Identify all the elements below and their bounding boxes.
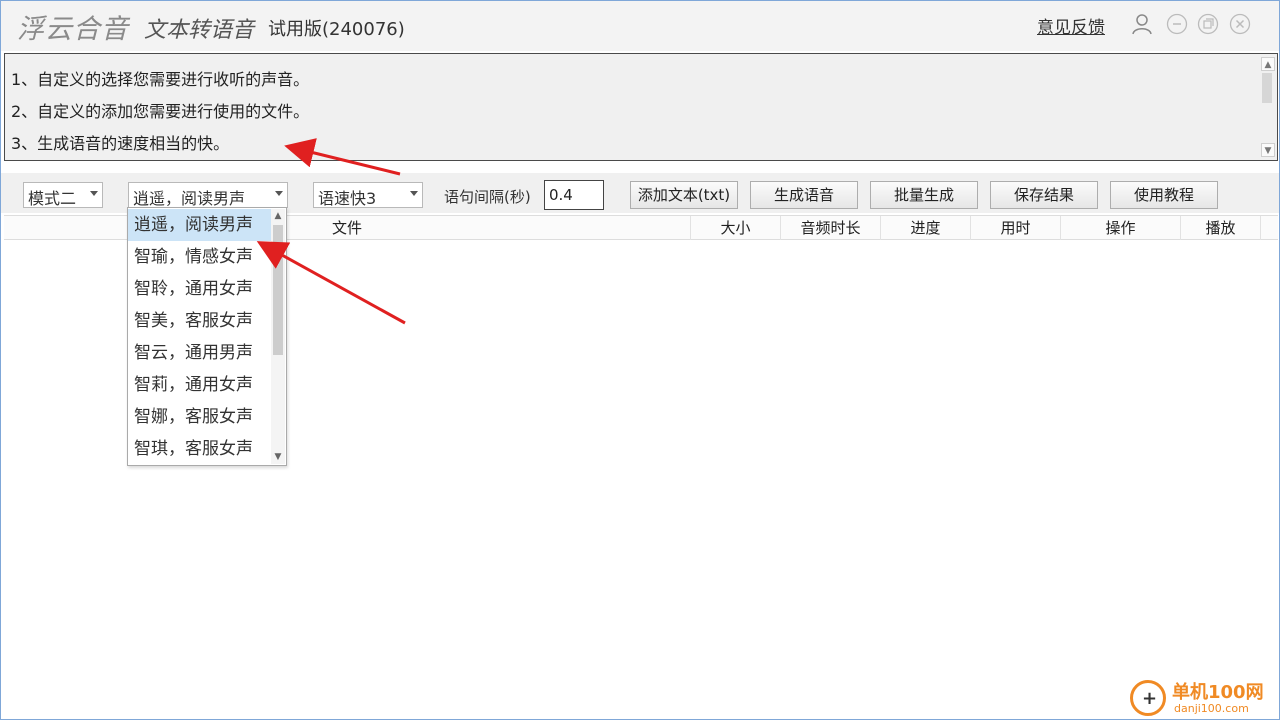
watermark-url: danji100.com (1174, 702, 1249, 715)
scroll-down-icon[interactable]: ▼ (1261, 143, 1275, 157)
user-icon[interactable] (1131, 13, 1153, 35)
info-line: 3、生成语音的速度相当的快。 (11, 134, 230, 153)
info-textarea[interactable]: 1、自定义的选择您需要进行收听的声音。 2、自定义的添加您需要进行使用的文件。 … (4, 53, 1278, 161)
save-result-button[interactable]: 保存结果 (990, 181, 1098, 209)
info-scrollbar[interactable]: ▲ ▼ (1261, 57, 1275, 157)
speed-select[interactable]: 语速快3 (313, 182, 423, 208)
mode-select-value: 模式二 (28, 189, 77, 208)
column-header-size[interactable]: 大小 (691, 216, 781, 240)
column-header-action[interactable]: 操作 (1061, 216, 1181, 240)
add-text-button[interactable]: 添加文本(txt) (630, 181, 738, 209)
chevron-down-icon (410, 191, 418, 196)
feedback-link[interactable]: 意见反馈 (1037, 13, 1105, 38)
chevron-down-icon (275, 191, 283, 196)
dropdown-item[interactable]: 智莉，通用女声 (128, 369, 272, 401)
voice-select-value: 逍遥，阅读男声 (133, 189, 246, 208)
restore-icon[interactable] (1197, 13, 1219, 35)
app-version: 试用版(240076) (268, 19, 405, 40)
scroll-up-icon[interactable]: ▲ (271, 209, 285, 223)
dropdown-item[interactable]: 智聆，通用女声 (128, 273, 272, 305)
column-header-play[interactable]: 播放 (1181, 216, 1261, 240)
title-bar: 浮云合音 文本转语音 试用版(240076) 意见反馈 (1, 1, 1279, 51)
chevron-down-icon (90, 191, 98, 196)
mode-select[interactable]: 模式二 (23, 182, 103, 208)
app-logo: 浮云合音 (17, 14, 129, 45)
minimize-icon[interactable] (1166, 13, 1188, 35)
scroll-thumb[interactable] (1262, 73, 1272, 103)
column-header-duration[interactable]: 音频时长 (781, 216, 881, 240)
interval-label: 语句间隔(秒) (444, 188, 531, 206)
watermark-title: 单机100网 (1172, 682, 1264, 703)
dropdown-item[interactable]: 智娜，客服女声 (128, 401, 272, 433)
dropdown-item[interactable]: 智美，客服女声 (128, 305, 272, 337)
info-line: 2、自定义的添加您需要进行使用的文件。 (11, 102, 310, 121)
batch-generate-button[interactable]: 批量生成 (870, 181, 978, 209)
dropdown-item[interactable]: 智云，通用男声 (128, 337, 272, 369)
speed-select-value: 语速快3 (318, 189, 377, 208)
dropdown-scrollbar[interactable]: ▲ ▼ (271, 209, 285, 464)
close-icon[interactable] (1229, 13, 1251, 35)
interval-input[interactable] (544, 180, 604, 210)
watermark-logo: + 单机100网 danji100.com (1130, 676, 1278, 720)
generate-voice-button[interactable]: 生成语音 (750, 181, 858, 209)
dropdown-item[interactable]: 智瑜，情感女声 (128, 241, 272, 273)
voice-select[interactable]: 逍遥，阅读男声 (128, 182, 288, 208)
dropdown-scroll-thumb[interactable] (273, 225, 283, 355)
scroll-down-icon[interactable]: ▼ (271, 450, 285, 464)
info-line: 1、自定义的选择您需要进行收听的声音。 (11, 70, 310, 89)
column-header-progress[interactable]: 进度 (881, 216, 971, 240)
dropdown-item[interactable]: 智琪，客服女声 (128, 433, 272, 465)
app-subtitle: 文本转语音 (144, 18, 255, 43)
column-header-elapsed[interactable]: 用时 (971, 216, 1061, 240)
tutorial-button[interactable]: 使用教程 (1110, 181, 1218, 209)
watermark-icon: + (1130, 680, 1166, 716)
column-header-file[interactable]: 文件 (4, 216, 691, 240)
dropdown-item[interactable]: 逍遥，阅读男声 (128, 209, 272, 241)
voice-dropdown-list: 逍遥，阅读男声 智瑜，情感女声 智聆，通用女声 智美，客服女声 智云，通用男声 … (127, 207, 287, 466)
scroll-up-icon[interactable]: ▲ (1261, 57, 1275, 71)
